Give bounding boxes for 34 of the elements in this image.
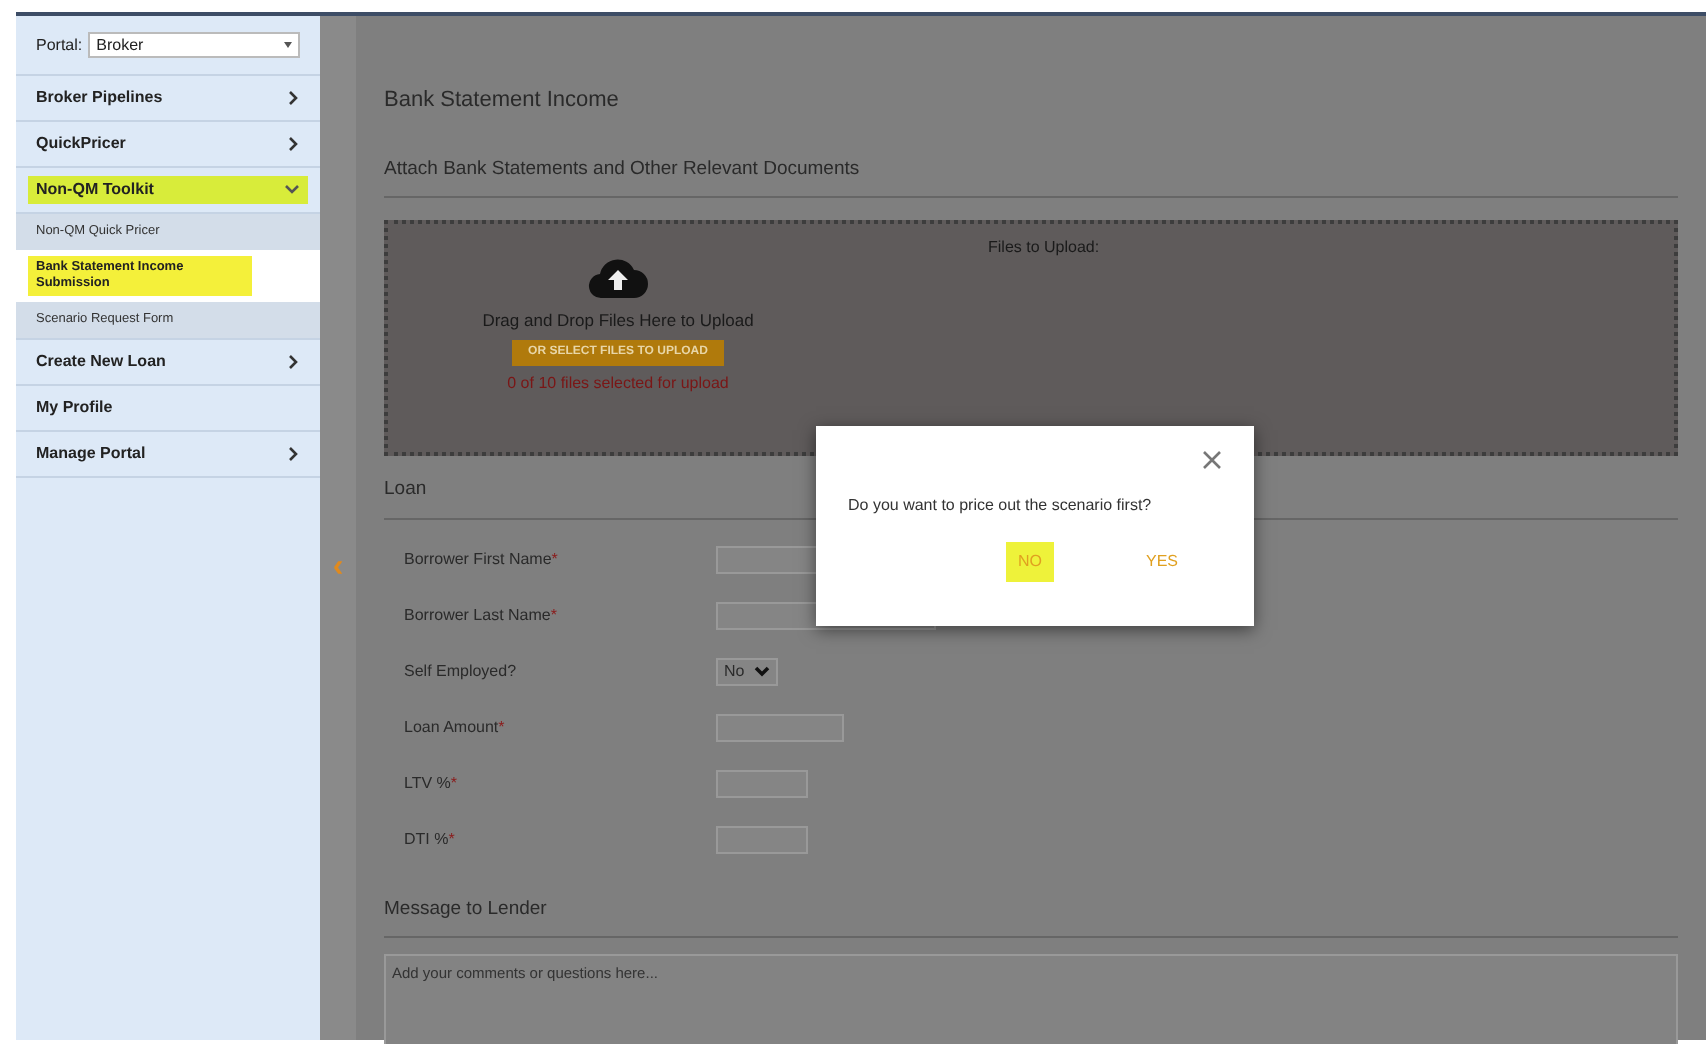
field-label: DTI %*: [404, 827, 457, 851]
dropdown-icon: [284, 42, 292, 48]
menu-item[interactable]: Broker Pipelines: [28, 84, 308, 112]
field-label: LTV %*: [404, 771, 460, 795]
portal-select[interactable]: Broker: [88, 32, 300, 58]
input-field[interactable]: [716, 713, 844, 741]
field-label: Borrower First Name*: [404, 547, 560, 571]
chevron-right-icon: [288, 136, 300, 152]
portal-label: Portal:: [36, 33, 83, 57]
field-label: Self Employed?: [404, 659, 519, 683]
input-field[interactable]: [716, 769, 808, 797]
page-title: Bank Statement Income: [384, 86, 621, 116]
section-heading: Attach Bank Statements and Other Relevant Documents: [384, 156, 1678, 199]
chevron-right-icon: [288, 354, 300, 370]
chevron-down-icon: [284, 184, 300, 196]
menu-item[interactable]: QuickPricer: [28, 130, 308, 158]
dialog-message: Do you want to price out the scenario first?: [848, 494, 1154, 518]
chevron-down-icon: [754, 665, 771, 677]
menu-item[interactable]: Non-QM Toolkit: [28, 176, 308, 204]
input-field[interactable]: [716, 825, 808, 853]
file-count: 0 of 10 files selected for upload: [507, 372, 729, 396]
menu-item[interactable]: Manage Portal: [28, 440, 308, 468]
menu-item[interactable]: My Profile: [28, 394, 308, 422]
section-heading: Message to Lender: [384, 895, 1678, 938]
files-label: Files to Upload:: [988, 236, 1100, 261]
menu-item[interactable]: Create New Loan: [28, 348, 308, 376]
chevron-right-icon: [288, 90, 300, 106]
select-field[interactable]: No: [716, 657, 779, 685]
field-label: Loan Amount*: [404, 715, 507, 739]
chevron-right-icon: [288, 446, 300, 462]
field-label: Borrower Last Name*: [404, 603, 559, 627]
close-icon[interactable]: [1202, 450, 1222, 470]
drop-text: Drag and Drop Files Here to Upload: [482, 308, 754, 334]
cloud-upload-icon: [586, 256, 650, 301]
